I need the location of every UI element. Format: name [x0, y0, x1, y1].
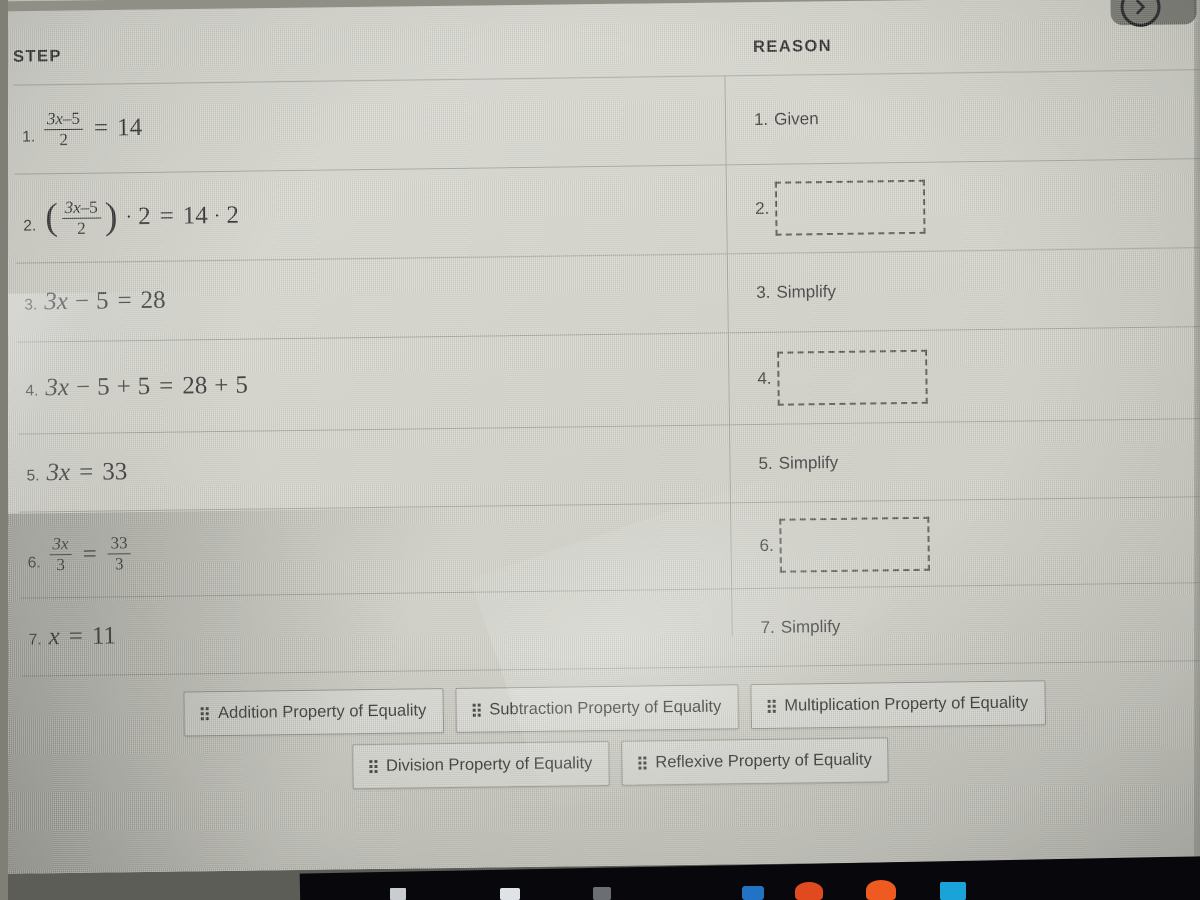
reason-number: 1. [753, 109, 769, 129]
reason-dropzone[interactable] [775, 179, 926, 236]
table-row: 1. 3x–5 2 = 14 1. Given [13, 69, 1200, 175]
step-cell: 5. 3x = 33 [26, 457, 128, 486]
step-cell: 6. 3x 3 = 33 3 [27, 511, 133, 597]
taskbar-icon[interactable] [866, 880, 896, 900]
step-number: 6. [27, 554, 41, 572]
os-taskbar [0, 854, 1200, 900]
taskbar-icon[interactable] [500, 888, 520, 900]
taskbar-icon[interactable] [940, 882, 966, 900]
tile-addition-property[interactable]: Addition Property of Equality [183, 688, 444, 737]
reason-number: 7. [760, 617, 775, 637]
monitor-bezel-left [0, 0, 8, 900]
photographed-screen: STEP REASON 1. 3x–5 2 = 14 1. Given 2. (… [0, 0, 1200, 900]
monitor-bezel-right [1194, 0, 1200, 900]
tile-label: Multiplication Property of Equality [784, 693, 1029, 715]
tile-division-property[interactable]: Division Property of Equality [351, 740, 610, 790]
taskbar-icon[interactable] [390, 888, 406, 900]
step-column-header: STEP [12, 47, 62, 66]
table-row: 6. 3x 3 = 33 3 6. [19, 496, 1200, 599]
step-cell: 4. 3x −5 +5 = 28 +5 [25, 371, 249, 401]
drag-handle-dots-icon[interactable] [368, 759, 378, 774]
step-number: 7. [28, 630, 42, 649]
tile-row-1: Addition Property of Equality Subtractio… [27, 678, 1200, 738]
reason-dropzone[interactable] [777, 349, 928, 406]
reason-dropzone[interactable] [779, 516, 931, 573]
taskbar-icon[interactable] [742, 886, 764, 900]
tile-multiplication-property[interactable]: Multiplication Property of Equality [750, 680, 1046, 730]
reason-number: 6. [759, 535, 774, 555]
property-tile-bank: Addition Property of Equality Subtractio… [21, 678, 1200, 793]
tile-label: Division Property of Equality [385, 754, 593, 775]
tile-reflexive-property[interactable]: Reflexive Property of Equality [621, 737, 890, 786]
taskbar-icon[interactable] [593, 887, 611, 900]
drag-handle-dots-icon[interactable] [472, 703, 481, 717]
reason-cell: 1. Given [753, 75, 819, 164]
reason-cell: 3. Simplify [756, 253, 837, 332]
step-number: 4. [25, 381, 39, 400]
step-number: 2. [23, 217, 37, 235]
fraction: 33 3 [107, 533, 131, 573]
step-number: 5. [26, 466, 40, 485]
screen-surface: STEP REASON 1. 3x–5 2 = 14 1. Given 2. (… [0, 0, 1200, 875]
tile-label: Subtraction Property of Equality [489, 697, 722, 719]
reason-text: Given [774, 109, 819, 129]
reason-cell: 5. Simplify [758, 424, 839, 502]
proof-table: STEP REASON 1. 3x–5 2 = 14 1. Given 2. (… [0, 4, 1200, 677]
tile-label: Addition Property of Equality [217, 701, 427, 723]
reason-cell: 4. [757, 331, 928, 424]
reason-text: Simplify [780, 616, 841, 637]
reason-number: 5. [758, 453, 773, 473]
table-row: 3. 3x −5 = 28 3. Simplify [15, 247, 1200, 343]
reason-number: 2. [755, 198, 770, 218]
reason-text: Simplify [778, 452, 839, 473]
step-cell: 3. 3x −5 = 28 [24, 286, 166, 316]
proof-activity-app: STEP REASON 1. 3x–5 2 = 14 1. Given 2. (… [0, 0, 1200, 875]
tile-label: Reflexive Property of Equality [655, 750, 872, 772]
table-row: 2. ( 3x–5 2 ) · 2 = 14 · 2 2. [14, 158, 1200, 264]
step-cell: 1. 3x–5 2 = 14 [22, 108, 143, 149]
reason-number: 3. [756, 282, 771, 302]
drag-handle-dots-icon[interactable] [638, 756, 647, 770]
step-cell: 7. x = 11 [28, 621, 117, 650]
fraction: 3x–5 2 [43, 108, 84, 149]
reason-number: 4. [757, 368, 772, 388]
step-number: 3. [24, 296, 38, 314]
step-cell: 2. ( 3x–5 2 ) · 2 = 14 · 2 [23, 195, 240, 239]
drag-handle-dots-icon[interactable] [201, 707, 210, 721]
drag-handle-dots-icon[interactable] [767, 699, 776, 713]
reason-cell: 6. [759, 501, 931, 588]
fraction: 3x 3 [49, 534, 72, 574]
taskbar-icon[interactable] [795, 882, 823, 900]
tile-row-2: Division Property of Equality Reflexive … [38, 733, 1200, 793]
table-row: 7. x = 11 7. Simplify [20, 582, 1200, 677]
fraction: 3x–5 2 [61, 197, 102, 237]
reason-text: Simplify [776, 281, 837, 302]
reason-cell: 2. [755, 163, 926, 253]
reason-column-header: REASON [752, 36, 833, 57]
reason-cell: 7. Simplify [760, 588, 841, 666]
step-number: 1. [22, 128, 36, 146]
tile-subtraction-property[interactable]: Subtraction Property of Equality [455, 684, 739, 733]
table-row: 4. 3x −5 +5 = 28 +5 4. [16, 326, 1200, 435]
chevron-right-icon [1132, 0, 1148, 16]
